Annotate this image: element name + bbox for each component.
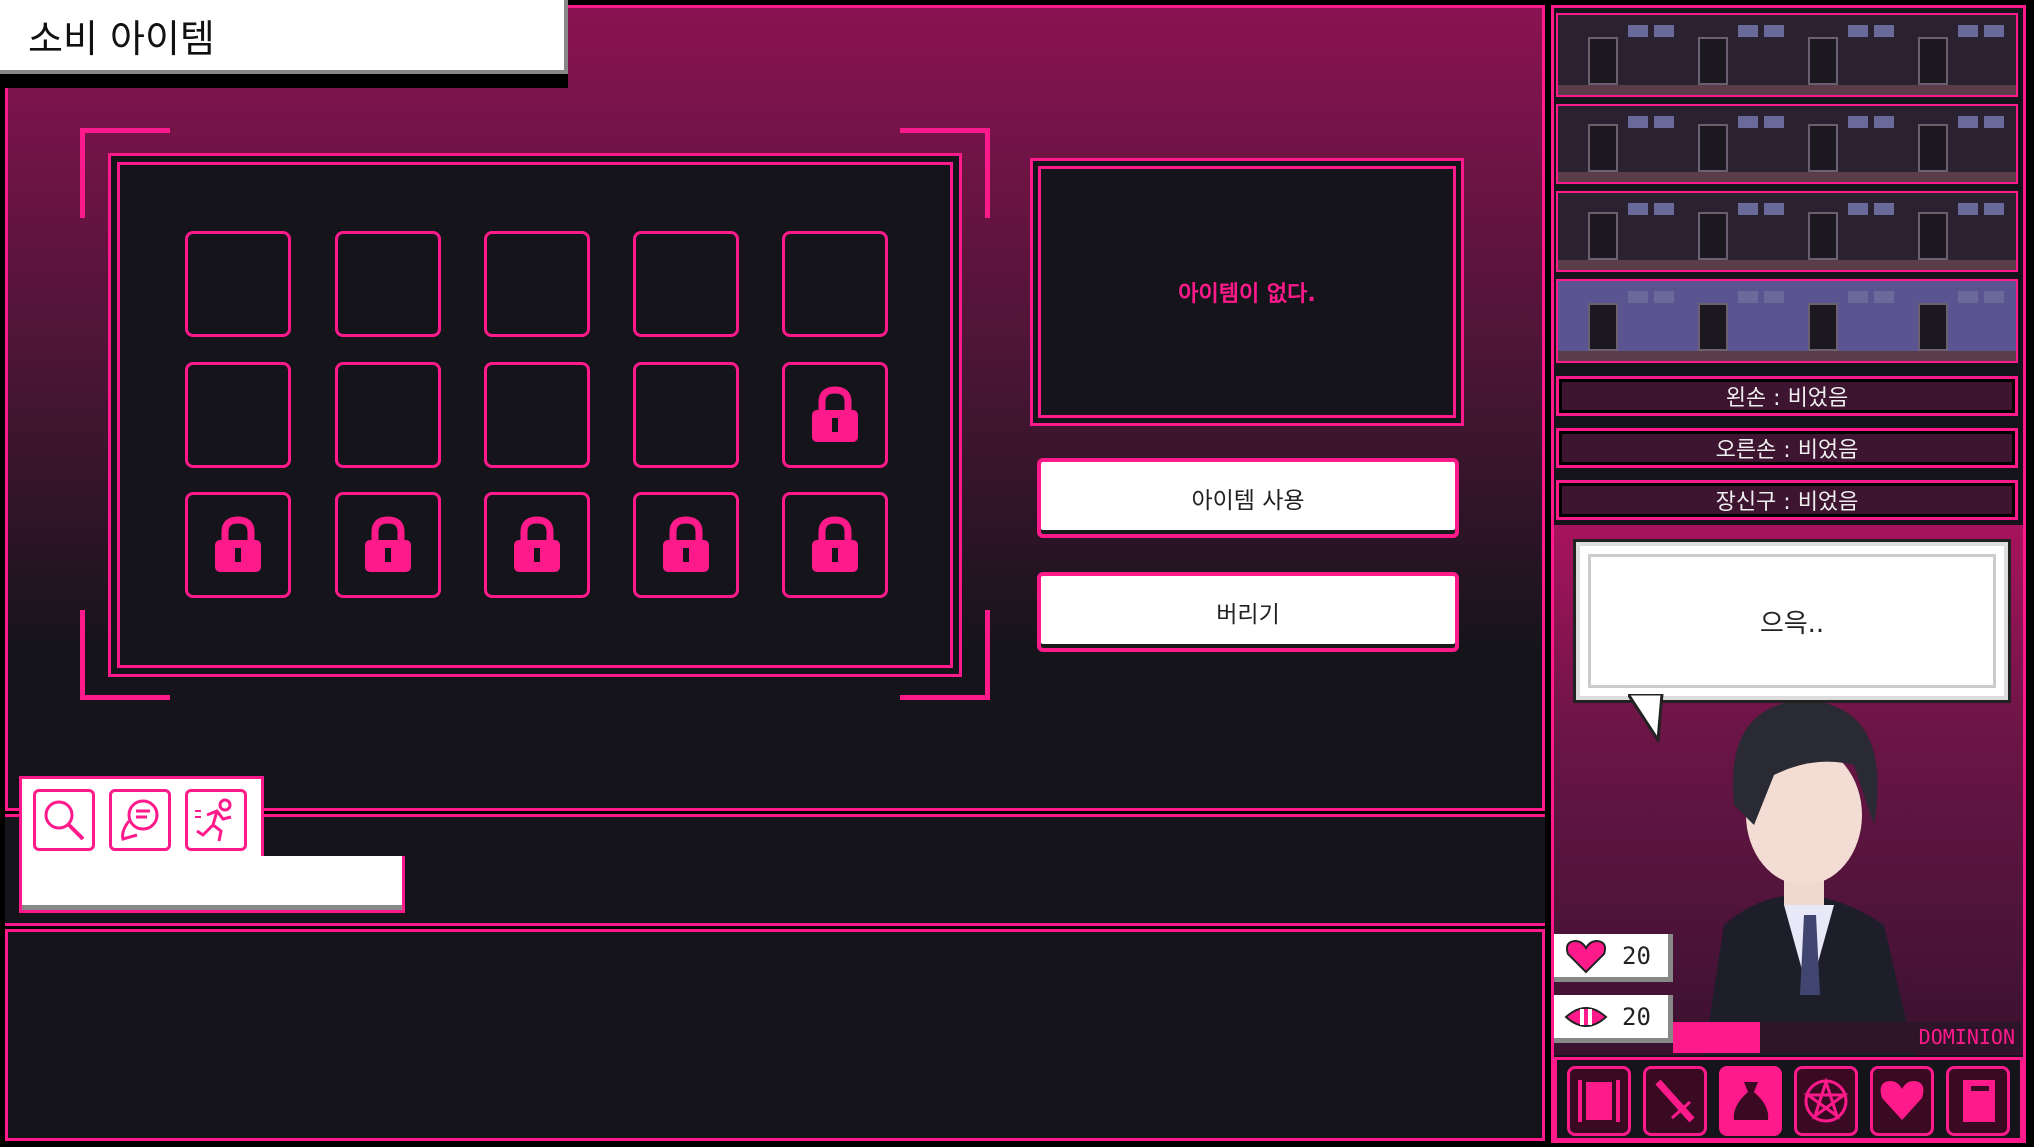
action-menu [19,776,405,913]
pentagram-icon [1803,1077,1850,1123]
search-icon [44,800,85,841]
item-description: 아이템이 없다. [1038,166,1456,418]
inventory-slot[interactable] [484,362,590,468]
inventory-slot[interactable] [185,362,291,468]
page-title: 소비 아이템 [0,0,568,74]
equip-accessory[interactable]: 장신구 : 비었음 [1556,480,2018,520]
lock-icon [812,386,858,442]
armor-tab-button[interactable] [1567,1066,1631,1136]
inventory-slot[interactable] [185,231,291,337]
talk-icon [121,799,159,841]
bottom-toolbar [1554,1057,2023,1141]
use-item-button[interactable]: 아이템 사용 [1037,458,1459,538]
inventory-slot[interactable] [782,231,888,337]
run-icon [195,798,232,842]
frame-corner [80,610,170,700]
sanity-stat: 20 [1554,995,1673,1043]
speech-bubble-tail [1628,694,1664,742]
speech-bubble: 으윽.. [1576,542,2008,700]
floor-map-4[interactable] [1556,279,2018,363]
inventory-slot-locked[interactable] [782,492,888,598]
equip-right-hand[interactable]: 오른손 : 비었음 [1556,428,2018,468]
heart-icon [1565,939,1607,973]
inventory-slot[interactable] [633,231,739,337]
inventory-slot[interactable] [335,362,441,468]
notebook-icon [1963,1080,1996,1122]
lock-icon [365,516,411,572]
health-value: 20 [1622,941,1651,970]
inventory-slot-locked[interactable] [633,492,739,598]
talk-button[interactable] [109,789,171,851]
equip-left-hand[interactable]: 왼손 : 비었음 [1556,376,2018,416]
sword-tab-button[interactable] [1642,1066,1707,1136]
lock-icon [663,516,709,572]
inventory-slot[interactable] [335,231,441,337]
frame-corner [900,128,990,218]
armor-icon [1577,1080,1620,1122]
bag-icon [1733,1082,1768,1120]
inventory-slot-locked[interactable] [782,362,888,468]
frame-corner [900,610,990,700]
floor-map-1[interactable] [1556,13,2018,97]
pentagram-tab-button[interactable] [1794,1066,1859,1136]
inventory-slot[interactable] [633,362,739,468]
discard-button[interactable]: 버리기 [1037,572,1459,652]
health-stat: 20 [1554,934,1673,982]
dominion-bar: DOMINION [1673,1022,2021,1053]
floor-map-3[interactable] [1556,191,2018,272]
sword-icon [1655,1079,1695,1123]
search-button[interactable] [33,789,95,851]
dominion-label: DOMINION [1918,1025,2015,1049]
inventory-slot-locked[interactable] [335,492,441,598]
flee-button[interactable] [185,789,247,851]
floor-map-2[interactable] [1556,104,2018,184]
inventory-slot-locked[interactable] [484,492,590,598]
sanity-value: 20 [1622,1002,1651,1031]
message-log [5,929,1545,1141]
lock-icon [812,516,858,572]
lock-icon [215,516,261,572]
eye-icon [1564,1006,1608,1027]
frame-corner [80,128,170,218]
dominion-fill [1673,1022,1760,1053]
bag-tab-button[interactable] [1718,1066,1783,1136]
notebook-tab-button[interactable] [1946,1066,2010,1136]
heart-icon [1880,1081,1924,1120]
inventory-slot-locked[interactable] [185,492,291,598]
inventory-slot[interactable] [484,231,590,337]
heart-tab-button[interactable] [1870,1066,1935,1136]
lock-icon [514,516,560,572]
